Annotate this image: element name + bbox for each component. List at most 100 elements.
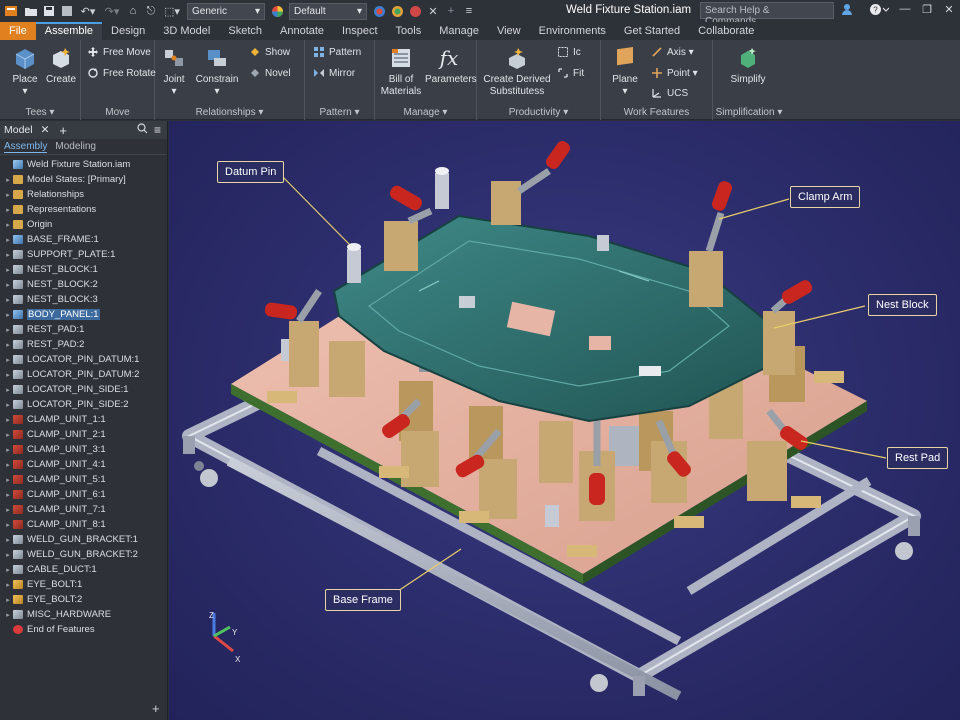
expand-icon[interactable]: ▸ <box>4 191 12 199</box>
clamp-unit[interactable] <box>491 139 572 225</box>
tab-collaborate[interactable]: Collaborate <box>689 22 763 40</box>
tab-environments[interactable]: Environments <box>530 22 615 40</box>
expand-icon[interactable]: ▸ <box>4 251 12 259</box>
expand-icon[interactable]: ▸ <box>4 371 12 379</box>
expand-icon[interactable]: ▸ <box>4 311 12 319</box>
tree-node[interactable]: ▸ EYE_BOLT:1 <box>0 577 167 592</box>
create-button[interactable]: Create <box>44 46 78 86</box>
add-browser-icon[interactable]: + <box>59 123 67 138</box>
tree-node[interactable]: ▸ NEST_BLOCK:2 <box>0 277 167 292</box>
tab-tools[interactable]: Tools <box>387 22 431 40</box>
tab-manage[interactable]: Manage <box>430 22 488 40</box>
add-icon[interactable]: + <box>442 2 460 20</box>
minimize-icon[interactable]: — <box>896 3 914 19</box>
tab-assemble[interactable]: Assemble <box>35 22 103 40</box>
tree-node[interactable]: ▸ Origin <box>0 217 167 232</box>
expand-icon[interactable]: ▸ <box>4 461 12 469</box>
open-folder-icon[interactable] <box>22 2 40 20</box>
save-as-icon[interactable] <box>58 2 76 20</box>
select-filter-icon[interactable]: ⬚▾ <box>160 2 184 20</box>
tree-node[interactable]: ▸ LOCATOR_PIN_DATUM:2 <box>0 367 167 382</box>
bill-of-materials-button[interactable]: Bill of Materials <box>379 46 423 98</box>
color-wheel-icon[interactable] <box>268 2 286 20</box>
hamburger-menu-icon[interactable]: ≡ <box>154 123 161 137</box>
productivity-small-button-1[interactable]: Ic <box>557 46 581 58</box>
novel-button[interactable]: Novel <box>249 67 291 79</box>
expand-icon[interactable]: ▸ <box>4 401 12 409</box>
assembly-model-view[interactable]: Z Y X <box>169 121 960 720</box>
expand-icon[interactable]: ▸ <box>4 431 12 439</box>
tree-node[interactable]: ▸ WELD_GUN_BRACKET:2 <box>0 547 167 562</box>
clear-appearance-icon[interactable] <box>388 2 406 20</box>
tree-node[interactable]: ▸ CLAMP_UNIT_4:1 <box>0 457 167 472</box>
expand-icon[interactable]: ▸ <box>4 206 12 214</box>
expand-icon[interactable]: ▸ <box>4 281 12 289</box>
tree-node[interactable]: ▸ Relationships <box>0 187 167 202</box>
clamp-unit[interactable] <box>763 278 814 375</box>
create-derived-button[interactable]: Create Derived Substitutess <box>481 46 553 98</box>
search-input[interactable]: Search Help & Commands... <box>700 2 834 27</box>
tab-get-started[interactable]: Get Started <box>615 22 689 40</box>
tab-annotate[interactable]: Annotate <box>271 22 333 40</box>
close-browser-icon[interactable]: ✕ <box>41 124 50 136</box>
show-button[interactable]: Show <box>249 46 290 58</box>
expand-icon[interactable]: ▸ <box>4 551 12 559</box>
constrain-button[interactable]: Constrain ▾ <box>193 46 241 98</box>
user-icon[interactable] <box>838 3 856 19</box>
expand-icon[interactable]: ▸ <box>4 521 12 529</box>
expand-icon[interactable]: ▸ <box>4 416 12 424</box>
axis-button[interactable]: Axis ▾ <box>651 46 694 58</box>
measure-icon[interactable]: ✕ <box>424 2 442 20</box>
redo-icon[interactable]: ↷▾ <box>100 2 124 20</box>
tree-node[interactable]: ▸ CABLE_DUCT:1 <box>0 562 167 577</box>
expand-icon[interactable]: ▸ <box>4 356 12 364</box>
simplify-button[interactable]: Simplify <box>723 46 773 86</box>
app-menu-icon[interactable] <box>0 2 22 20</box>
return-icon[interactable]: ⎋ <box>142 2 160 20</box>
point-button[interactable]: Point ▾ <box>651 67 698 79</box>
parameters-button[interactable]: fx Parameters <box>425 46 477 86</box>
expand-icon[interactable]: ▸ <box>4 236 12 244</box>
tree-node[interactable]: ▸ LOCATOR_PIN_SIDE:1 <box>0 382 167 397</box>
subtab-modeling[interactable]: Modeling <box>55 141 96 152</box>
tree-node[interactable]: Weld Fixture Station.iam <box>0 157 167 172</box>
tree-node[interactable]: ▸ LOCATOR_PIN_SIDE:2 <box>0 397 167 412</box>
expand-icon[interactable]: ▸ <box>4 566 12 574</box>
tab-file[interactable]: File <box>0 22 36 40</box>
tree-node[interactable]: End of Features <box>0 622 167 637</box>
tree-node[interactable]: ▸ CLAMP_UNIT_6:1 <box>0 487 167 502</box>
tree-node[interactable]: ▸ CLAMP_UNIT_8:1 <box>0 517 167 532</box>
expand-icon[interactable]: ▸ <box>4 581 12 589</box>
plane-button[interactable]: Plane ▾ <box>607 46 643 98</box>
tree-node[interactable]: ▸ LOCATOR_PIN_DATUM:1 <box>0 352 167 367</box>
free-move-button[interactable]: Free Move <box>87 46 151 58</box>
add-browser-pane-icon[interactable]: + <box>152 701 160 716</box>
productivity-small-button-2[interactable]: Fit <box>557 67 584 79</box>
expand-icon[interactable]: ▸ <box>4 221 12 229</box>
ucs-button[interactable]: UCS <box>651 87 688 99</box>
adjust-icon[interactable] <box>406 2 424 20</box>
clamp-unit[interactable] <box>689 180 734 307</box>
help-icon[interactable]: ? <box>868 3 890 19</box>
home-icon[interactable]: ⌂ <box>124 2 142 20</box>
expand-icon[interactable]: ▸ <box>4 326 12 334</box>
material-select[interactable]: Default ▾ <box>289 2 367 20</box>
undo-icon[interactable]: ↶▾ <box>76 2 100 20</box>
tree-node[interactable]: ▸ Representations <box>0 202 167 217</box>
customize-icon[interactable]: ≡ <box>460 2 478 20</box>
tree-node[interactable]: ▸ NEST_BLOCK:3 <box>0 292 167 307</box>
subtab-assembly[interactable]: Assembly <box>4 141 48 153</box>
search-icon[interactable] <box>137 123 148 137</box>
tree-node[interactable]: ▸ BODY_PANEL:1 <box>0 307 167 322</box>
expand-icon[interactable]: ▸ <box>4 266 12 274</box>
tab-view[interactable]: View <box>488 22 530 40</box>
tree-node[interactable]: ▸ WELD_GUN_BRACKET:1 <box>0 532 167 547</box>
graphics-viewport[interactable]: Z Y X Datum Pin Clamp Arm Nest Block Res… <box>169 121 960 720</box>
view-triad[interactable]: Z Y X <box>209 611 241 664</box>
expand-icon[interactable]: ▸ <box>4 506 12 514</box>
save-icon[interactable] <box>40 2 58 20</box>
tree-node[interactable]: ▸ SUPPORT_PLATE:1 <box>0 247 167 262</box>
expand-icon[interactable]: ▸ <box>4 296 12 304</box>
expand-icon[interactable]: ▸ <box>4 476 12 484</box>
tab-inspect[interactable]: Inspect <box>333 22 386 40</box>
